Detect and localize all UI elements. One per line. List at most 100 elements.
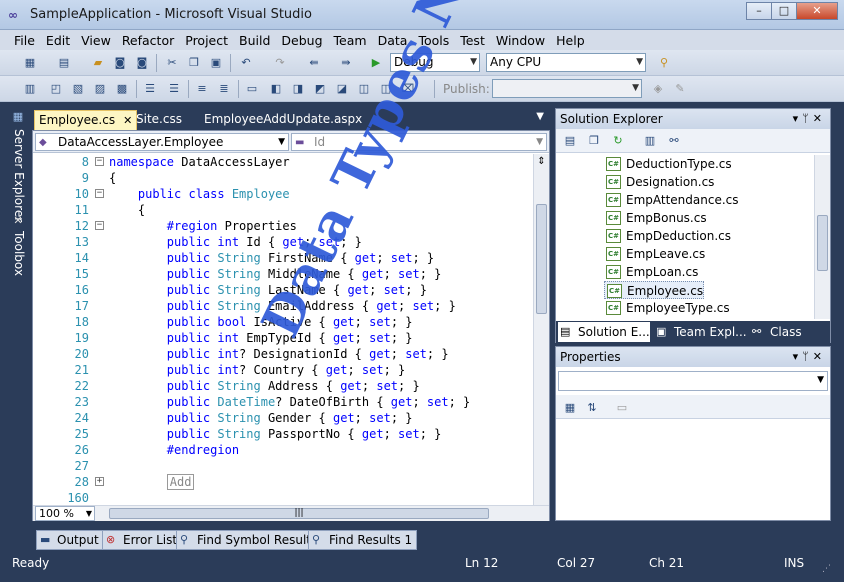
refresh-icon[interactable]: ↻ [610,133,626,149]
solution-tree[interactable]: C# DeductionType.cs C# Designation.cs C# EmpA… [556,155,814,319]
menu-refactor[interactable]: Refactor [122,33,174,48]
tab-employee-cs[interactable]: Employee.cs ✕ [34,110,138,130]
bookmark-next-doc-icon[interactable]: ◫ [378,81,394,97]
undo-icon[interactable]: ↶ [238,55,254,71]
add-item-icon[interactable]: ▤ [56,55,72,71]
tab-solution-explorer[interactable]: ▤ Solution E... [558,322,650,342]
code-line[interactable]: 13 public int Id { get; set; } [33,234,533,250]
tab-team-explorer[interactable]: ▣ Team Expl... [654,322,748,342]
class-view-icon[interactable]: ▩ [114,81,130,97]
code-line[interactable]: 24 public String Gender { get; set; } [33,410,533,426]
menu-project[interactable]: Project [185,33,228,48]
code-line[interactable]: 28 + Add [33,474,533,490]
menu-data[interactable]: Data [378,33,408,48]
collapse-icon[interactable]: − [95,157,104,166]
solution-configuration-combo[interactable]: Debug ▼ [390,53,480,72]
chevron-down-icon[interactable]: ▼ [536,111,544,122]
tree-item[interactable]: C# DeductionType.cs [604,155,732,173]
close-icon[interactable]: ✕ [813,350,826,363]
menu-view[interactable]: View [81,33,111,48]
collapse-icon[interactable]: − [95,189,104,198]
view-code-icon[interactable]: ▥ [642,133,658,149]
code-line[interactable]: 12− #region Properties [33,218,533,234]
object-browser-icon[interactable]: ◰ [48,81,64,97]
tree-item[interactable]: C# EmployeeType.cs [604,299,730,317]
code-line[interactable]: 9{ [33,170,533,186]
collapse-icon[interactable]: − [95,221,104,230]
align-right-icon[interactable]: ☰ [166,81,182,97]
find-in-files-icon[interactable]: ⚲ [656,55,672,71]
tree-item[interactable]: C# Employee.cs [604,281,705,299]
menu-file[interactable]: File [14,33,35,48]
menu-team[interactable]: Team [334,33,367,48]
code-line[interactable]: 160 [33,490,533,505]
maximize-button[interactable]: □ [771,2,797,20]
pin-icon[interactable]: ᛘ [802,350,813,363]
publish-settings-icon[interactable]: ✎ [672,81,688,97]
menu-window[interactable]: Window [496,33,545,48]
properties-window-icon[interactable]: ▥ [22,81,38,97]
menu-build[interactable]: Build [239,33,270,48]
class-diagram-icon[interactable]: ⚯ [666,133,682,149]
code-line[interactable]: 20 public int? DesignationId { get; set;… [33,346,533,362]
vertical-scrollbar[interactable] [814,155,830,319]
menu-edit[interactable]: Edit [46,33,70,48]
code-line[interactable]: 22 public String Address { get; set; } [33,378,533,394]
code-line[interactable]: 25 public String PassportNo { get; set; … [33,426,533,442]
comment-icon[interactable]: ≡ [194,81,210,97]
clear-bookmarks-icon[interactable]: ⌧ [400,81,416,97]
tab-find-results-1[interactable]: ⚲ Find Results 1 [308,530,418,550]
object-selector-combo[interactable]: ▼ [558,371,828,391]
toolbox-icon[interactable]: ▧ [70,81,86,97]
properties-icon[interactable]: ▤ [562,133,578,149]
menu-help[interactable]: Help [556,33,585,48]
tree-item[interactable]: C# EmpDeduction.cs [604,227,731,245]
code-line[interactable]: 16 public String LastName { get; set; } [33,282,533,298]
server-explorer-tab[interactable]: Server Explorer [6,129,26,222]
save-icon[interactable]: ◙ [112,55,128,71]
code-text-area[interactable]: 8− namespace DataAccessLayer 9{10− public … [33,154,533,505]
vertical-scrollbar[interactable]: ⇕ [533,154,549,506]
expand-icon[interactable]: + [95,477,104,486]
menu-tools[interactable]: Tools [418,33,449,48]
bookmark-prev-icon[interactable]: ◧ [268,81,284,97]
uncomment-icon[interactable]: ≣ [216,81,232,97]
start-page-icon[interactable]: ▨ [92,81,108,97]
close-icon[interactable]: ✕ [813,112,826,125]
open-file-icon[interactable]: ▰ [90,55,106,71]
code-line[interactable]: 11 { [33,202,533,218]
zoom-combo[interactable]: 100 % ▼ [35,506,95,521]
horizontal-scrollbar[interactable]: ||| [99,507,529,520]
solution-platform-combo[interactable]: Any CPU ▼ [486,53,646,72]
chevron-down-icon[interactable]: ▾ [793,112,803,125]
alphabetical-icon[interactable]: ⇅ [584,400,600,416]
close-button[interactable]: ✕ [796,2,838,20]
collapsed-region-box[interactable]: Add [166,474,195,490]
cut-icon[interactable]: ✂ [164,55,180,71]
code-line[interactable]: 14 public String FirstName { get; set; } [33,250,533,266]
chevron-down-icon[interactable]: ▾ [793,350,803,363]
show-all-files-icon[interactable]: ❐ [586,133,602,149]
members-combo[interactable]: ▬ Id ▼ [291,133,547,151]
tree-item[interactable]: C# EmpAttendance.cs [604,191,739,209]
publish-web-icon[interactable]: ◈ [650,81,666,97]
scrollbar-thumb[interactable] [536,204,547,314]
toolbox-tab[interactable]: Toolbox [6,231,26,276]
tab-employee-add-update-aspx[interactable]: EmployeeAddUpdate.aspx [200,110,366,130]
code-line[interactable]: 19 public int EmpTypeId { get; set; } [33,330,533,346]
navigate-backward-icon[interactable]: ⇚ [306,55,322,71]
close-icon[interactable]: ✕ [123,114,132,127]
code-editor[interactable]: ◆ DataAccessLayer.Employee ▼ ▬ Id ▼ 8− na… [32,130,550,521]
tab-find-symbol-results[interactable]: ⚲ Find Symbol Results [176,530,323,550]
code-line[interactable]: 8− namespace DataAccessLayer [33,154,533,170]
code-line[interactable]: 17 public String EmailAddress { get; set… [33,298,533,314]
code-line[interactable]: 26 #endregion [33,442,533,458]
categorized-icon[interactable]: ▦ [562,400,578,416]
code-line[interactable]: 15 public String MiddleName { get; set; … [33,266,533,282]
code-line[interactable]: 23 public DateTime? DateOfBirth { get; s… [33,394,533,410]
tab-site-css[interactable]: Site.css [132,110,186,130]
types-combo[interactable]: ◆ DataAccessLayer.Employee ▼ [35,133,289,151]
align-left-icon[interactable]: ☰ [142,81,158,97]
navigate-forward-icon[interactable]: ⇛ [338,55,354,71]
tab-output[interactable]: ▬ Output [36,530,104,550]
